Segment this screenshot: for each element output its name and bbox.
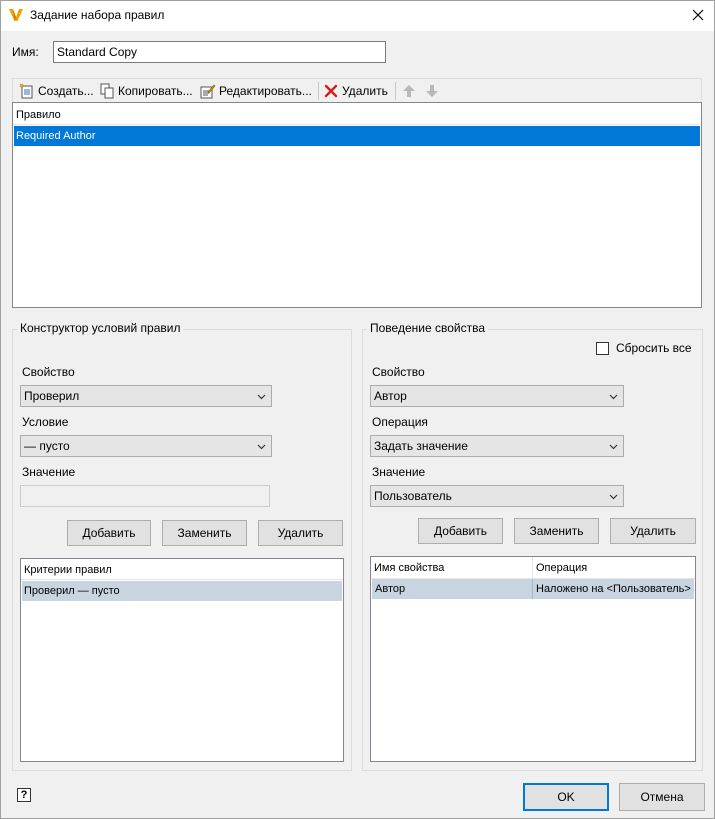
close-icon [692,9,704,21]
rules-toolbar: Создать... Копировать... Редактировать..… [12,78,702,102]
pb-operation-select[interactable]: Задать значение [370,435,624,457]
copy-icon [100,83,114,99]
cb-property-value: Проверил [24,389,80,403]
pb-operation-value: Задать значение [374,439,468,453]
grid-header-operation[interactable]: Операция [533,557,695,579]
new-document-icon [19,83,33,99]
condition-builder-title: Конструктор условий правил [17,321,184,335]
cb-condition-select[interactable]: — пусто [20,435,272,457]
cb-condition-value: — пусто [24,439,70,453]
copy-label: Копировать... [118,84,193,98]
edit-label: Редактировать... [219,84,312,98]
property-behavior-title: Поведение свойства [367,321,488,335]
cancel-button[interactable]: Отмена [619,783,705,811]
chevron-down-icon [257,444,266,450]
delete-button[interactable]: Удалить [323,82,388,100]
pb-property-value: Автор [374,389,407,403]
autodesk-vault-icon [8,7,24,23]
chevron-down-icon [257,394,266,400]
name-label: Имя: [12,45,39,59]
name-input[interactable]: Standard Copy [53,41,386,63]
reset-all-checkbox[interactable] [596,342,609,355]
copy-button[interactable]: Копировать... [99,82,193,100]
pb-delete-button[interactable]: Удалить [610,518,696,544]
pb-property-label: Свойство [372,365,425,379]
chevron-down-icon [609,444,618,450]
move-up-button[interactable] [402,82,416,100]
chevron-down-icon [609,394,618,400]
create-label: Создать... [38,84,94,98]
pb-value-label: Значение [372,465,426,479]
edit-button[interactable]: Редактировать... [200,82,312,100]
cb-property-select[interactable]: Проверил [20,385,272,407]
create-button[interactable]: Создать... [19,82,94,100]
cb-value-label: Значение [22,465,76,479]
rules-list[interactable]: Правило Required Author [12,102,702,308]
table-row[interactable]: Автор Наложено на <Пользователь> [372,579,694,599]
property-grid[interactable]: Имя свойства Операция Автор Наложено на … [370,556,696,762]
close-button[interactable] [684,2,712,28]
ok-button[interactable]: OK [523,783,609,811]
window-title: Задание набора правил [30,8,165,22]
pb-operation-label: Операция [372,415,428,429]
grid-cell-operation: Наложено на <Пользователь> [536,583,691,595]
move-down-button[interactable] [425,82,439,100]
grid-cell-property: Автор [372,579,533,599]
pb-add-button[interactable]: Добавить [418,518,503,544]
criteria-row[interactable]: Проверил — пусто [22,581,342,601]
grid-header-property-name[interactable]: Имя свойства [371,557,533,579]
pb-value-select[interactable]: Пользователь [370,485,624,507]
reset-all-label: Сбросить все [616,341,692,355]
cb-delete-button[interactable]: Удалить [258,520,343,546]
arrow-down-icon [426,85,438,97]
pb-property-select[interactable]: Автор [370,385,624,407]
help-icon[interactable]: ? [17,788,31,802]
cb-add-button[interactable]: Добавить [67,520,151,546]
pb-value-value: Пользователь [374,489,452,503]
edit-icon [200,84,216,99]
arrow-up-icon [403,85,415,97]
rules-list-header: Правило [13,105,701,125]
cb-property-label: Свойство [22,365,75,379]
cb-value-input[interactable] [20,485,270,507]
cb-replace-button[interactable]: Заменить [162,520,247,546]
rule-row[interactable]: Required Author [14,126,700,146]
delete-label: Удалить [342,84,388,98]
pb-replace-button[interactable]: Заменить [514,518,599,544]
chevron-down-icon [609,494,618,500]
criteria-list[interactable]: Критерии правил Проверил — пусто [20,558,344,762]
delete-icon [324,84,338,98]
criteria-list-header: Критерии правил [21,560,343,580]
cb-condition-label: Условие [22,415,69,429]
